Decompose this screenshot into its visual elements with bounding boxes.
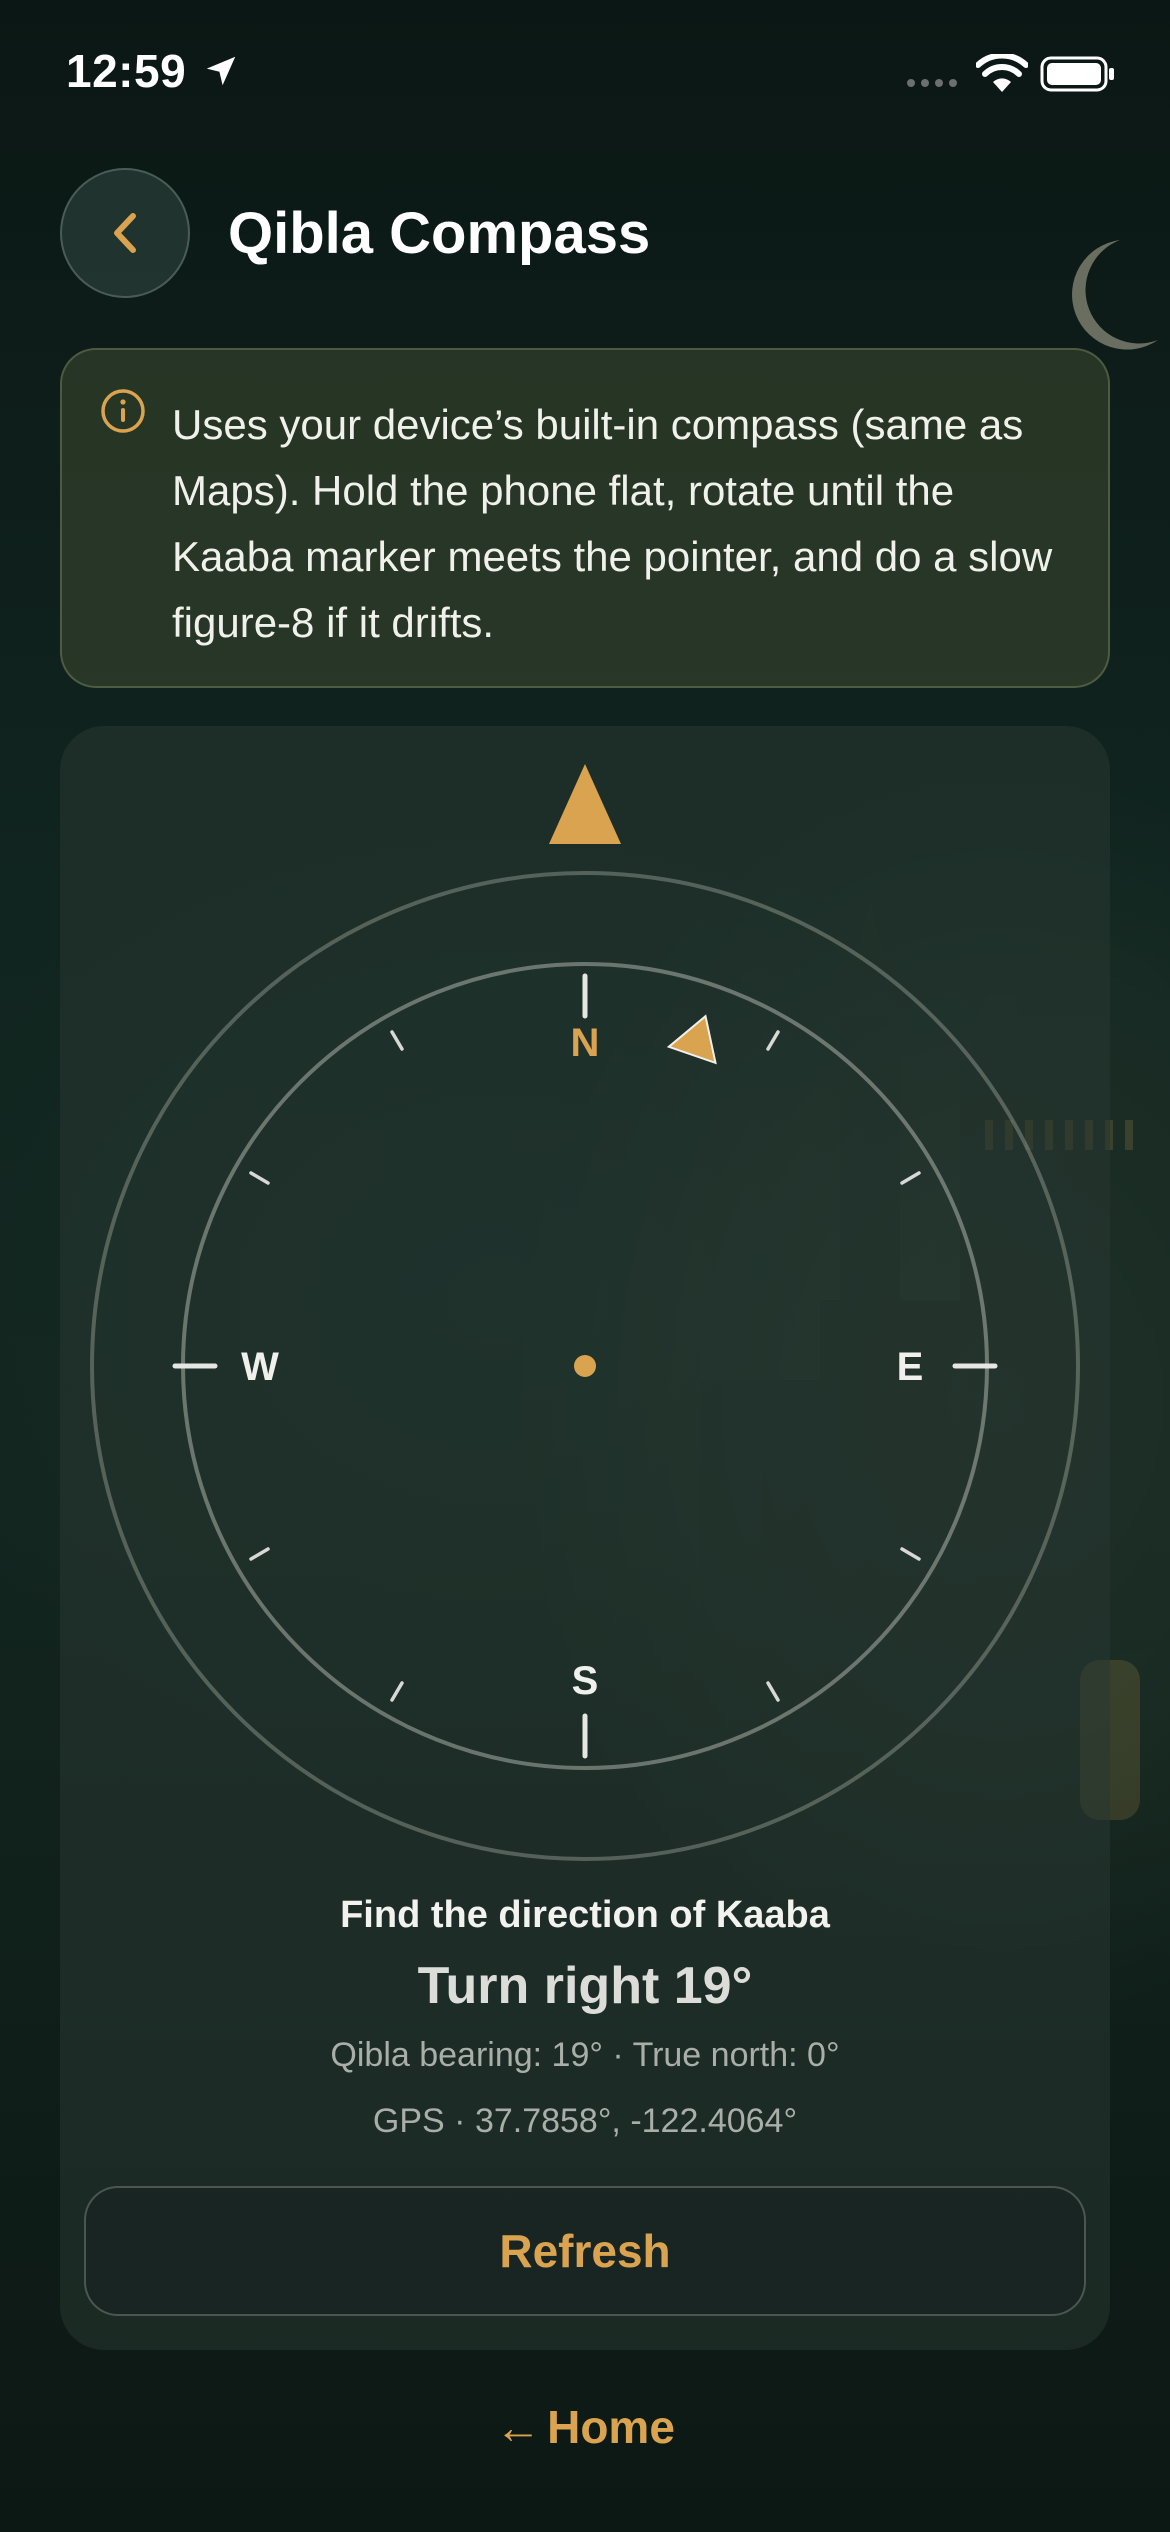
south-label: S [572,1659,599,1703]
find-direction-title: Find the direction of Kaaba [340,1894,830,1936]
status-time: 12:59 [66,45,187,97]
refresh-button[interactable]: Refresh [84,2186,1086,2316]
left-arrow-icon: ← [495,2401,542,2453]
bearing-readout: Qibla bearing: 19° · True north: 0° [330,2036,840,2074]
info-icon [101,389,145,433]
kaaba-marker [666,1014,717,1065]
back-button[interactable] [60,168,190,298]
page-title: Qibla Compass [228,201,651,266]
info-text: Uses your device’s built-in compass (sam… [172,401,1053,646]
info-card: Uses your device’s built-in compass (sam… [60,348,1110,688]
north-label: N [571,1021,600,1065]
chevron-left-icon [114,213,136,253]
turn-instruction: Turn right 19° [417,1957,753,2015]
home-link[interactable]: ← Home [0,2400,1170,2454]
gps-readout: GPS · 37.7858°, -122.4064° [372,2102,798,2140]
battery-icon [1040,56,1114,92]
east-label: E [897,1345,924,1389]
crescent-moon-icon [1072,240,1158,350]
home-link-label: Home [547,2401,675,2453]
location-arrow-icon [206,56,236,86]
compass-card: N S E W Find the direction of Kaaba Turn… [60,726,1110,2350]
compass-dial: N S E W [90,764,1080,1861]
heading-pointer [549,764,621,844]
west-label: W [241,1345,279,1389]
cellular-signal-icon [907,79,957,87]
wifi-icon [976,54,1028,92]
compass-center-dot [574,1355,596,1377]
